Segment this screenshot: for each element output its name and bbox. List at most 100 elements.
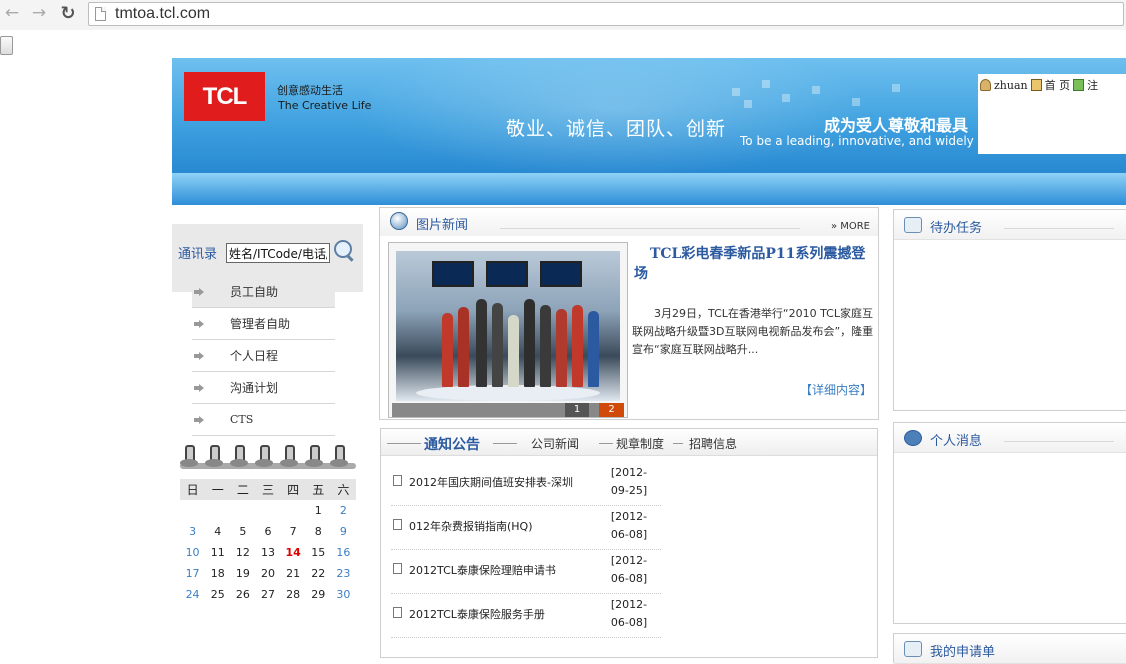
logout-icon[interactable]	[1073, 79, 1085, 91]
calendar-day-today[interactable]: 14	[281, 542, 306, 563]
header-divider	[1004, 228, 1114, 229]
calendar-day[interactable]: 1	[306, 500, 331, 521]
decor-pixel	[812, 86, 820, 94]
notice-date: [2012-09-25]	[610, 466, 648, 497]
calendar-day[interactable]: 5	[230, 521, 255, 542]
list-item[interactable]: 012年杂费报销指南(HQ) [2012-06-08]	[391, 506, 661, 550]
weekday: 一	[205, 479, 231, 500]
document-icon	[393, 607, 402, 618]
calendar-day[interactable]: 11	[205, 542, 230, 563]
calendar-day[interactable]: 17	[180, 563, 205, 584]
tab-recruitment[interactable]: 招聘信息	[689, 435, 737, 452]
sidebar-item-label: 管理者自助	[230, 317, 291, 331]
calendar-day[interactable]: 25	[205, 584, 230, 605]
home-icon[interactable]	[1030, 79, 1042, 91]
slide-page-1[interactable]: 1	[565, 403, 589, 417]
calendar-day[interactable]: 27	[255, 584, 280, 605]
calendar-day[interactable]: 2	[331, 500, 356, 521]
requests-panel: 我的申请单	[893, 633, 1126, 664]
home-link[interactable]: 首 页	[1045, 77, 1071, 93]
calendar-day[interactable]: 8	[306, 521, 331, 542]
list-item[interactable]: 2012TCL泰康保险服务手册 [2012-06-08]	[391, 594, 661, 638]
ring-icon	[205, 445, 223, 469]
calendar-day[interactable]: 26	[230, 584, 255, 605]
calendar-day[interactable]: 12	[230, 542, 255, 563]
document-icon	[393, 475, 402, 486]
notice-date: [2012-06-08]	[610, 598, 648, 629]
notice-list: 2012年国庆期间值班安排表-深圳 [2012-09-25] 012年杂费报销指…	[391, 462, 661, 638]
person-graphic	[492, 303, 503, 387]
notice-title[interactable]: 2012TCL泰康保险服务手册	[409, 606, 545, 622]
globe-icon	[390, 212, 408, 230]
todo-header: 待办任务	[894, 210, 1126, 240]
calendar-day[interactable]: 23	[331, 563, 356, 584]
sidebar-item-employee-self-service[interactable]: 员工自助	[192, 276, 335, 308]
slogan-cn: 创意感动生活	[277, 84, 343, 97]
news-summary: 3月29日，TCL在香港举行“2010 TCL家庭互联网战略升级暨3D互联网电视…	[632, 307, 874, 356]
sidebar-item-personal-schedule[interactable]: 个人日程	[192, 340, 335, 372]
calendar-day[interactable]: 30	[331, 584, 356, 605]
forward-arrow-icon[interactable]: →	[29, 3, 49, 23]
address-bar[interactable]: tmtoa.tcl.com	[88, 2, 1124, 26]
calendar-day[interactable]: 20	[255, 563, 280, 584]
stage-graphic	[416, 385, 600, 401]
back-arrow-icon[interactable]: ←	[2, 3, 22, 23]
browser-toolbar: ← → ↻ tmtoa.tcl.com	[0, 0, 1126, 30]
notice-tabs: 通知公告 公司新闻 规章制度 招聘信息	[381, 429, 877, 456]
calendar-day[interactable]: 29	[306, 584, 331, 605]
directory-search-input[interactable]	[226, 243, 330, 263]
decor-pixel	[892, 84, 900, 92]
tab-regulations[interactable]: 规章制度	[616, 435, 664, 452]
notice-date: [2012-06-08]	[610, 554, 648, 585]
messages-header: 个人消息	[894, 423, 1126, 453]
sidebar-item-manager-self-service[interactable]: 管理者自助	[192, 308, 335, 340]
tcl-logo[interactable]: TCL	[184, 72, 265, 121]
task-icon	[904, 217, 922, 233]
calendar-day[interactable]: 6	[255, 521, 280, 542]
calendar-day[interactable]: 15	[306, 542, 331, 563]
calendar-day[interactable]: 19	[230, 563, 255, 584]
calendar-day[interactable]: 13	[255, 542, 280, 563]
calendar-day[interactable]: 3	[180, 521, 205, 542]
tab-divider	[387, 443, 421, 444]
tab-notices[interactable]: 通知公告	[424, 434, 480, 454]
calendar-day[interactable]: 24	[180, 584, 205, 605]
news-headline[interactable]: TCL彩电春季新品P11系列震撼登场	[634, 244, 874, 284]
person-graphic	[442, 313, 453, 387]
calendar-day[interactable]: 22	[306, 563, 331, 584]
more-link[interactable]: » MORE	[831, 221, 870, 232]
calendar-day[interactable]: 10	[180, 542, 205, 563]
news-photo[interactable]	[396, 251, 620, 401]
weekday: 六	[330, 479, 356, 500]
calendar-day[interactable]: 9	[331, 521, 356, 542]
sidebar-item-label: 员工自助	[230, 285, 279, 299]
tab-company-news[interactable]: 公司新闻	[531, 435, 579, 452]
calendar-day[interactable]: 28	[281, 584, 306, 605]
calendar-day[interactable]: 7	[281, 521, 306, 542]
notice-title[interactable]: 012年杂费报销指南(HQ)	[409, 518, 533, 534]
calendar-week: 24 25 26 27 28 29 30	[180, 584, 356, 605]
small-button[interactable]	[0, 36, 13, 55]
logout-link[interactable]: 注	[1087, 77, 1098, 93]
list-item[interactable]: 2012TCL泰康保险理赔申请书 [2012-06-08]	[391, 550, 661, 594]
left-sidebar: 通讯录 员工自助 管理者自助 个人日程 沟通计划 CTS	[172, 224, 363, 436]
arrow-icon	[194, 351, 204, 360]
search-icon[interactable]	[334, 240, 356, 262]
calendar-day[interactable]: 21	[281, 563, 306, 584]
sidebar-item-cts[interactable]: CTS	[192, 404, 335, 436]
list-item[interactable]: 2012年国庆期间值班安排表-深圳 [2012-09-25]	[391, 462, 661, 506]
tv-screen-graphic	[540, 261, 582, 287]
calendar-day[interactable]: 4	[205, 521, 230, 542]
reload-icon[interactable]: ↻	[58, 3, 78, 24]
sidebar-item-communication-plan[interactable]: 沟通计划	[192, 372, 335, 404]
news-detail-link[interactable]: 【详细内容】	[800, 381, 872, 398]
notice-title[interactable]: 2012年国庆期间值班安排表-深圳	[409, 474, 573, 490]
calendar-day	[205, 500, 230, 521]
request-icon	[904, 641, 922, 657]
requests-header: 我的申请单	[894, 634, 1126, 664]
notice-title[interactable]: 2012TCL泰康保险理赔申请书	[409, 562, 556, 578]
company-motto: 敬业、诚信、团队、创新	[506, 118, 727, 140]
calendar-day[interactable]: 18	[205, 563, 230, 584]
calendar-day[interactable]: 16	[331, 542, 356, 563]
slide-page-2[interactable]: 2	[599, 403, 624, 417]
